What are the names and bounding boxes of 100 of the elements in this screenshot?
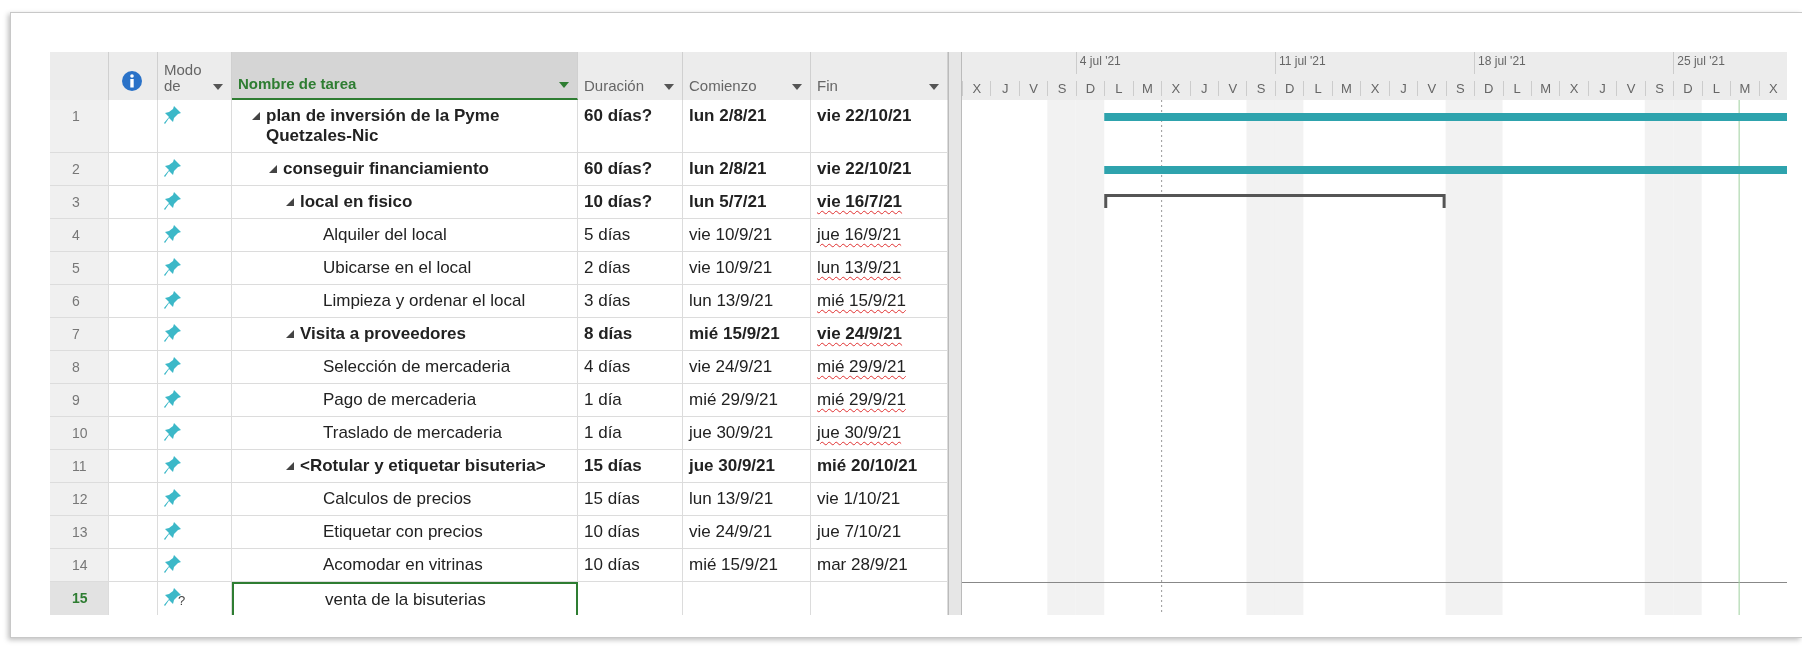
duration-text: 2 días xyxy=(584,258,631,277)
row-number[interactable]: 9 xyxy=(50,384,109,417)
summary-bracket[interactable] xyxy=(1104,194,1446,208)
row-number[interactable]: 3 xyxy=(50,186,109,219)
caret-icon[interactable] xyxy=(213,84,223,90)
day-label: X xyxy=(962,81,991,96)
start-date: vie 10/9/21 xyxy=(689,258,773,277)
day-label: V xyxy=(1018,81,1048,96)
day-label: S xyxy=(1644,81,1674,96)
day-label: X xyxy=(1161,81,1190,96)
finish-date: mar 28/9/21 xyxy=(817,555,908,574)
day-label: V xyxy=(1218,81,1247,96)
duration-text: 5 días xyxy=(584,225,631,244)
task-name: venta de la bisuterias xyxy=(325,590,486,610)
day-label: J xyxy=(1587,81,1617,96)
start-date: mié 15/9/21 xyxy=(689,324,780,343)
row-number[interactable]: 15 xyxy=(50,582,109,615)
row-number[interactable]: 6 xyxy=(50,285,109,318)
finish-date: mié 29/9/21 xyxy=(817,390,906,409)
week-label: 4 jul '21 xyxy=(1075,52,1275,74)
caret-icon[interactable] xyxy=(664,84,674,90)
row-number[interactable]: 5 xyxy=(50,252,109,285)
row-number[interactable]: 12 xyxy=(50,483,109,516)
row-number[interactable]: 10 xyxy=(50,417,109,450)
summary-task-name: conseguir financiamiento xyxy=(283,159,489,179)
finish-date: lun 13/9/21 xyxy=(817,258,902,277)
duration-text: 3 días xyxy=(584,291,631,310)
row-number[interactable]: 11 xyxy=(50,450,109,483)
column-header[interactable]: Comienzo xyxy=(689,77,757,94)
day-label: J xyxy=(1189,81,1219,96)
duration-text: 10 días xyxy=(584,522,640,541)
day-label: D xyxy=(1474,81,1503,96)
question-mark: ? xyxy=(178,593,186,609)
caret-icon[interactable] xyxy=(929,84,939,90)
row-number[interactable]: 4 xyxy=(50,219,109,252)
duration-text: 4 días xyxy=(584,357,631,376)
summary-task-name: plan de inversión de la Pyme Quetzales-Nic xyxy=(266,106,501,146)
task-name: Ubicarse en el local xyxy=(323,258,472,278)
finish-date: vie 24/9/21 xyxy=(817,324,903,343)
start-date: mié 15/9/21 xyxy=(689,555,778,574)
row-number[interactable]: 2 xyxy=(50,153,109,186)
row-number[interactable]: 14 xyxy=(50,549,109,582)
caret-icon[interactable] xyxy=(559,82,569,88)
info-icon xyxy=(121,70,143,92)
day-label: M xyxy=(1132,81,1162,96)
finish-date: jue 16/9/21 xyxy=(817,225,902,244)
duration-text: 10 días xyxy=(584,555,640,574)
collapse-triangle-icon[interactable] xyxy=(286,462,294,470)
day-label: L xyxy=(1502,81,1531,96)
day-label: M xyxy=(1530,81,1560,96)
day-label: V xyxy=(1417,81,1446,96)
duration-text: 15 días xyxy=(584,456,642,475)
collapse-triangle-icon[interactable] xyxy=(286,330,294,338)
start-date: mié 29/9/21 xyxy=(689,390,778,409)
task-name: Calculos de precios xyxy=(323,489,472,509)
day-label: J xyxy=(990,81,1019,96)
day-label: L xyxy=(1104,81,1133,96)
summary-task-name: <Rotular y etiquetar bisuteria> xyxy=(300,456,546,476)
start-date: vie 24/9/21 xyxy=(689,522,773,541)
finish-date: vie 22/10/21 xyxy=(817,106,912,125)
task-name: Acomodar en vitrinas xyxy=(323,555,483,575)
row-number[interactable]: 13 xyxy=(50,516,109,549)
finish-date: jue 30/9/21 xyxy=(817,423,902,442)
day-label: J xyxy=(1388,81,1418,96)
row-number[interactable]: 1 xyxy=(50,100,109,153)
day-label: X xyxy=(1360,81,1389,96)
week-label: 18 jul '21 xyxy=(1474,52,1674,74)
day-label: S xyxy=(1445,81,1475,96)
row-number[interactable]: 8 xyxy=(50,351,109,384)
day-label: M xyxy=(1331,81,1361,96)
duration-text: 15 días xyxy=(584,489,640,508)
task-name: Pago de mercaderia xyxy=(323,390,477,410)
day-label: M xyxy=(1730,81,1759,96)
task-name: Traslado de mercaderia xyxy=(323,423,502,443)
finish-date: jue 7/10/21 xyxy=(817,522,902,541)
duration-text: 1 día xyxy=(584,390,622,409)
duration-text: 10 días? xyxy=(584,192,653,211)
duration-text: 1 día xyxy=(584,423,622,442)
start-date: vie 10/9/21 xyxy=(689,225,773,244)
start-date: vie 24/9/21 xyxy=(689,357,773,376)
day-label: D xyxy=(1075,81,1105,96)
collapse-triangle-icon[interactable] xyxy=(269,165,277,173)
duration-text: 60 días? xyxy=(584,159,653,178)
collapse-triangle-icon[interactable] xyxy=(286,198,294,206)
duration-text: 60 días? xyxy=(584,106,653,125)
task-name: Alquiler del local xyxy=(323,225,447,245)
day-label: S xyxy=(1047,81,1076,96)
start-date: lun 13/9/21 xyxy=(689,489,774,508)
finish-date: mié 29/9/21 xyxy=(817,357,906,376)
day-label: X xyxy=(1559,81,1588,96)
column-header[interactable]: Nombre de tarea xyxy=(238,75,357,92)
week-label: 25 jul '21 xyxy=(1673,52,1787,74)
column-header[interactable]: Fin xyxy=(817,77,838,94)
collapse-triangle-icon[interactable] xyxy=(252,112,260,120)
finish-date: vie 1/10/21 xyxy=(817,489,901,508)
finish-date: vie 16/7/21 xyxy=(817,192,903,211)
summary-task-name: Visita a proveedores xyxy=(300,324,466,344)
row-number[interactable]: 7 xyxy=(50,318,109,351)
caret-icon[interactable] xyxy=(792,84,802,90)
day-label: L xyxy=(1701,81,1731,96)
